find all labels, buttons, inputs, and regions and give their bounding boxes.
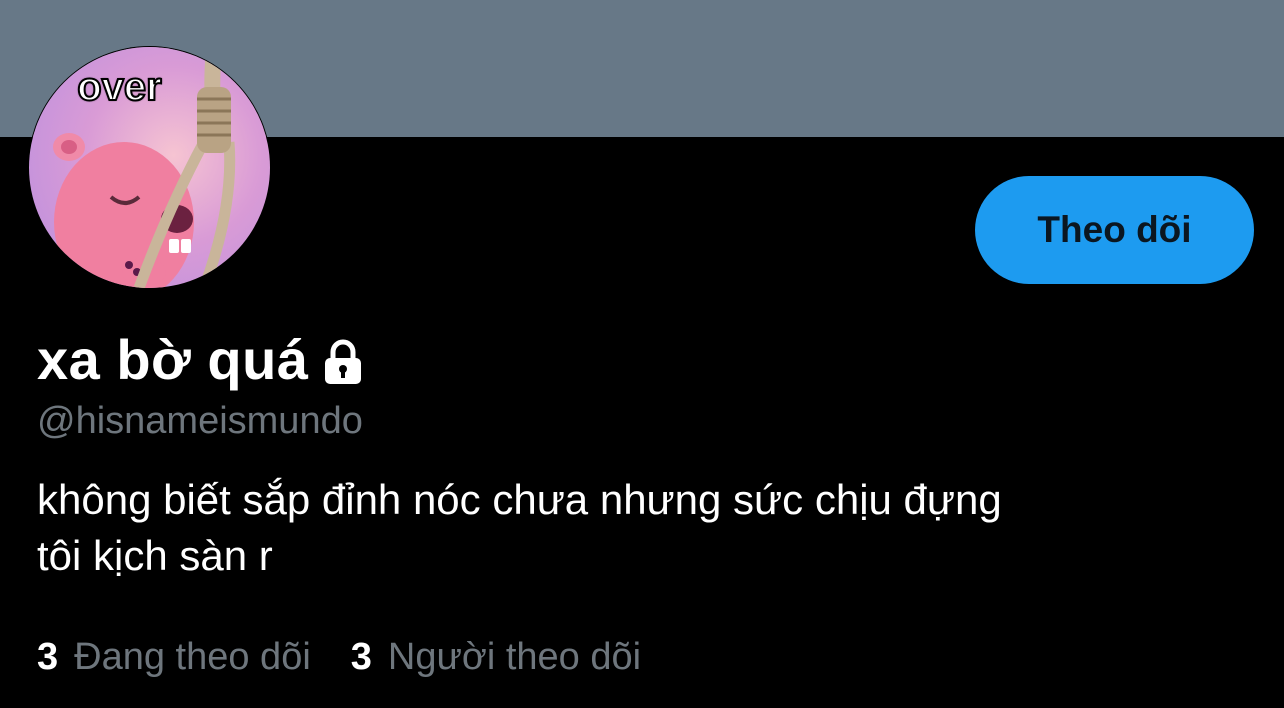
follow-button[interactable]: Theo dõi: [975, 176, 1254, 284]
followers-count: 3: [350, 636, 372, 678]
bio-line: không biết sắp đỉnh nóc chưa nhưng sức c…: [37, 476, 1002, 523]
following-label: Đang theo dõi: [74, 636, 311, 678]
profile-handle: @hisnameismundo: [37, 400, 363, 442]
display-name: xa bờ quá: [37, 328, 309, 391]
followers-link[interactable]: 3 Người theo dõi: [351, 632, 641, 682]
profile-bio: không biết sắp đỉnh nóc chưa nhưng sức c…: [37, 472, 1237, 584]
following-link[interactable]: 3 Đang theo dõi: [37, 632, 311, 682]
followers-label: Người theo dõi: [387, 636, 642, 678]
follow-stats: 3 Đang theo dõi 3 Người theo dõi: [37, 632, 681, 682]
avatar-caption: over: [76, 64, 163, 110]
bio-line: tôi kịch sàn r: [37, 532, 273, 579]
following-count: 3: [37, 636, 59, 678]
profile-avatar[interactable]: over: [29, 47, 270, 288]
name-row: xa bờ quá: [37, 326, 368, 394]
lock-icon: [318, 337, 368, 387]
